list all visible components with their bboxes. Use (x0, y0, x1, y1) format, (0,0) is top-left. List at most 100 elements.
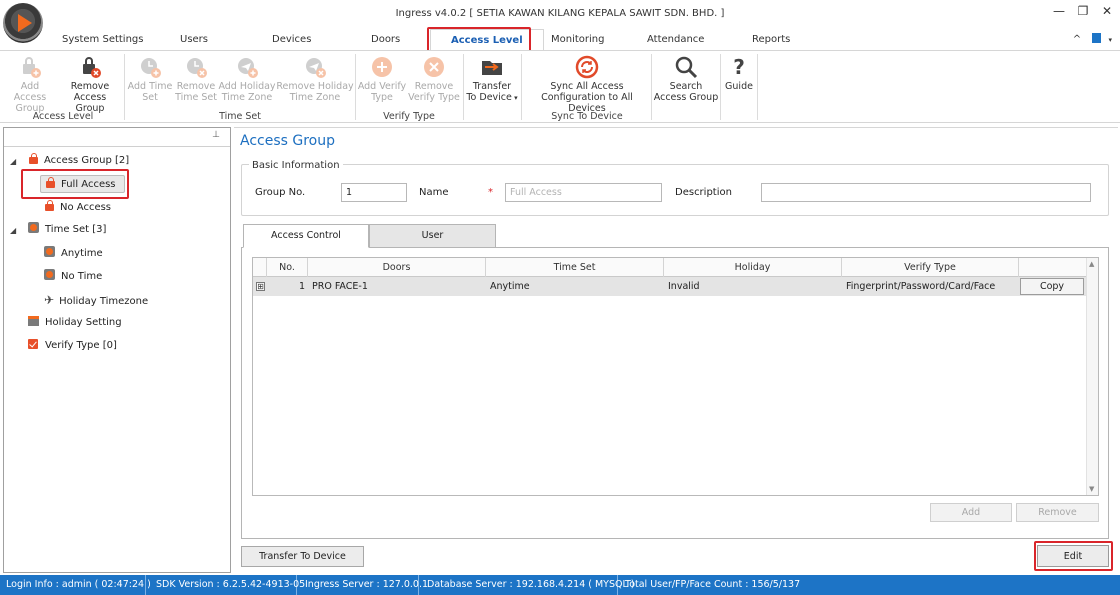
name-input[interactable] (505, 183, 662, 202)
minimize-button[interactable]: — (1050, 3, 1068, 19)
ribbon-separator (463, 54, 464, 120)
tree-header-divider (4, 146, 230, 147)
description-input[interactable] (761, 183, 1091, 202)
expand-toggle-icon[interactable]: ◢ (10, 226, 16, 235)
remove-button[interactable]: Remove (1016, 503, 1099, 522)
office-icon[interactable] (1092, 33, 1102, 43)
transfer-to-device-button[interactable]: Transfer To Device ▾ (465, 55, 519, 104)
remove-access-group-button[interactable]: Remove Access Group (58, 55, 122, 114)
tree-item-anytime[interactable]: Anytime (44, 245, 103, 263)
tree-item-no-time[interactable]: No Time (44, 268, 102, 286)
status-login-info: Login Info : admin ( 02:47:24 ) (0, 575, 151, 595)
calendar-icon (28, 316, 39, 326)
tab-user[interactable]: User (369, 224, 496, 248)
required-marker: * (488, 187, 493, 198)
add-holiday-time-zone-button[interactable]: Add Holiday Time Zone (218, 55, 276, 103)
row-expand-icon[interactable]: ⊞ (256, 282, 265, 291)
add-button[interactable]: Add (930, 503, 1012, 522)
cell-verify-type: Fingerprint/Password/Card/Face (846, 281, 996, 292)
status-total-count: Total User/FP/Face Count : 156/5/137 (625, 579, 801, 590)
ribbon-group-time-set: Time Set (219, 111, 261, 122)
search-access-group-button[interactable]: Search Access Group (653, 55, 719, 103)
pin-icon[interactable]: ⊥ (212, 130, 220, 140)
tree-item-no-access[interactable]: No Access (44, 199, 111, 217)
add-time-set-button[interactable]: Add Time Set (126, 55, 174, 103)
tab-access-control[interactable]: Access Control (243, 224, 369, 248)
column-header-holiday[interactable]: Holiday (664, 258, 842, 277)
ribbon-separator (521, 54, 522, 120)
tree-item-time-set[interactable]: Time Set [3] (28, 221, 106, 239)
guide-button[interactable]: ? Guide (722, 55, 756, 92)
grid-header: No. Doors Time Set Holiday Verify Type (253, 258, 1087, 277)
tab-access-level[interactable]: Access Level (430, 29, 544, 51)
add-access-group-button[interactable]: Add Access Group (4, 55, 56, 114)
search-icon (674, 55, 698, 79)
copy-button[interactable]: Copy (1020, 278, 1084, 295)
column-header-no[interactable]: No. (267, 258, 308, 277)
folder-transfer-icon (480, 55, 504, 79)
tab-users[interactable]: Users (180, 34, 208, 45)
collapse-ribbon-icon[interactable]: ^ (1073, 34, 1081, 45)
question-icon: ? (733, 55, 745, 79)
status-ingress-server: Ingress Server : 127.0.0.1 (299, 575, 428, 595)
tree-item-verify-type[interactable]: Verify Type [0] (28, 337, 117, 355)
tree-item-full-access[interactable]: Full Access (40, 175, 125, 193)
tab-system-settings[interactable]: System Settings (62, 34, 143, 45)
remove-time-set-button[interactable]: Remove Time Set (174, 55, 218, 103)
panel-divider (234, 127, 1118, 128)
cell-door: PRO FACE-1 (312, 281, 368, 292)
ribbon-separator (651, 54, 652, 120)
dropdown-chevron-icon[interactable]: ▾ (1108, 36, 1112, 44)
sync-icon (575, 55, 599, 79)
grid-scrollbar[interactable]: ▲ ▼ (1086, 258, 1098, 495)
tab-devices[interactable]: Devices (272, 34, 311, 45)
window-title: Ingress v4.0.2 [ SETIA KAWAN KILANG KEPA… (395, 8, 725, 19)
close-button[interactable]: ✕ (1098, 3, 1116, 19)
nav-right: ^ ▾ (1073, 33, 1112, 45)
column-header-doors[interactable]: Doors (308, 258, 486, 277)
access-control-grid: No. Doors Time Set Holiday Verify Type ⊞… (252, 257, 1099, 496)
column-header-action (1019, 258, 1087, 277)
ribbon-group-sync-to-device: Sync To Device (551, 111, 623, 122)
tab-monitoring[interactable]: Monitoring (551, 34, 604, 45)
edit-button[interactable]: Edit (1037, 545, 1109, 567)
name-label: Name (419, 187, 449, 198)
dropdown-arrow-icon: ▾ (511, 94, 518, 102)
plane-remove-icon (303, 55, 327, 79)
tab-reports[interactable]: Reports (752, 34, 790, 45)
scroll-up-icon[interactable]: ▲ (1089, 260, 1094, 268)
plus-circle-icon (370, 55, 394, 79)
tab-attendance[interactable]: Attendance (647, 34, 704, 45)
ribbon-separator (757, 54, 758, 120)
transfer-to-device-button-bottom[interactable]: Transfer To Device (241, 546, 364, 567)
tab-doors[interactable]: Doors (371, 34, 400, 45)
tree-item-holiday-timezone[interactable]: ✈ Holiday Timezone (44, 291, 148, 309)
scroll-down-icon[interactable]: ▼ (1089, 485, 1094, 493)
ribbon-separator (124, 54, 125, 120)
lock-remove-icon (78, 55, 102, 79)
tree-item-holiday-setting[interactable]: Holiday Setting (28, 314, 122, 332)
grid-header-expander (253, 258, 267, 277)
remove-holiday-time-zone-button[interactable]: Remove Holiday Time Zone (276, 55, 354, 103)
column-header-verify-type[interactable]: Verify Type (842, 258, 1019, 277)
lock-icon (45, 177, 55, 188)
cell-time-set: Anytime (490, 281, 530, 292)
table-row[interactable]: ⊞ 1 PRO FACE-1 Anytime Invalid Fingerpri… (253, 277, 1087, 296)
clock-add-icon (138, 55, 162, 79)
description-label: Description (675, 187, 732, 198)
add-verify-type-button[interactable]: Add Verify Type (357, 55, 407, 103)
tree-item-access-group[interactable]: Access Group [2] (28, 152, 129, 170)
remove-verify-type-button[interactable]: Remove Verify Type (407, 55, 461, 103)
ribbon: Add Access Group Remove Access Group Acc… (0, 50, 1120, 123)
sync-all-access-button[interactable]: Sync All Access Configuration to All Dev… (523, 55, 651, 114)
menu-tabs: System Settings Users Devices Doors Acce… (0, 28, 1120, 51)
column-header-time-set[interactable]: Time Set (486, 258, 664, 277)
lock-icon (28, 153, 38, 164)
ribbon-separator (720, 54, 721, 120)
plane-icon: ✈ (44, 293, 55, 307)
group-no-input[interactable] (341, 183, 407, 202)
status-sdk-version: SDK Version : 6.2.5.42-4913-05 (150, 575, 305, 595)
expand-toggle-icon[interactable]: ◢ (10, 157, 16, 166)
cell-no: 1 (298, 281, 305, 292)
restore-button[interactable]: ❐ (1074, 3, 1092, 19)
